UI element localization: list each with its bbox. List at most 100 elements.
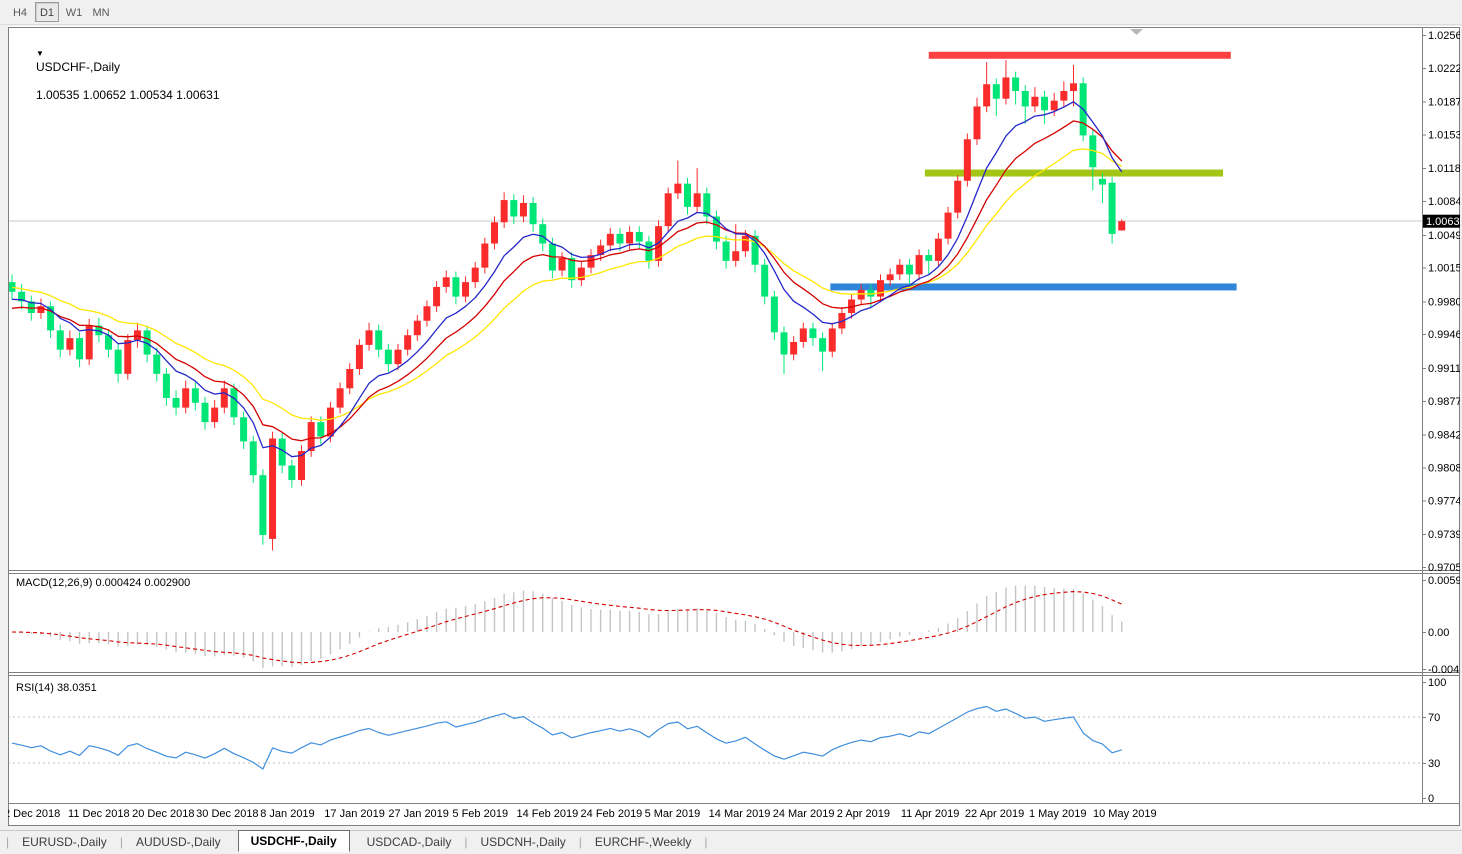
candle-body xyxy=(230,388,238,418)
candle-body xyxy=(365,330,373,345)
candle-body xyxy=(269,438,277,539)
tab-audusd-daily[interactable]: AUDUSD-,Daily xyxy=(123,832,234,852)
tab-usdcad-daily[interactable]: USDCAD-,Daily xyxy=(354,832,465,852)
application-window: H4D1W1MN 1.025601.022201.018701.015301.0… xyxy=(0,0,1462,854)
level-bar-0 xyxy=(928,51,1231,59)
candle-body xyxy=(240,417,248,442)
date-axis[interactable] xyxy=(8,804,1422,826)
candle-body xyxy=(66,338,74,350)
tab-eurchf-weekly[interactable]: EURCHF-,Weekly xyxy=(582,832,704,852)
candle-body xyxy=(963,139,971,181)
rsi-indicator-label: RSI(14) 38.0351 xyxy=(16,682,97,694)
candle-body xyxy=(249,441,257,476)
candle-body xyxy=(162,373,170,398)
candle-body xyxy=(433,286,441,307)
chart-tabbar: | EURUSD-,Daily | AUDUSD-,Daily USDCHF-,Dail… xyxy=(0,830,1462,853)
candle-body xyxy=(915,255,923,275)
price-axis[interactable] xyxy=(1422,26,1460,804)
chart-symbol-period: USDCHF-,Daily xyxy=(36,60,121,74)
candle-body xyxy=(56,330,64,350)
candle-body xyxy=(191,388,199,403)
candle-body xyxy=(491,222,498,244)
candle-body xyxy=(288,465,296,481)
timeframe-button-h4[interactable]: H4 xyxy=(8,2,32,22)
candle-body xyxy=(732,251,740,261)
candle-body xyxy=(983,84,991,107)
candle-body xyxy=(1002,77,1010,99)
candle-body xyxy=(442,277,450,287)
candle-body xyxy=(133,330,141,341)
chart-window: 1.025601.022201.018701.015301.011801.008… xyxy=(8,26,1460,826)
candle-body xyxy=(809,328,817,339)
candle-body xyxy=(1050,100,1058,111)
timeframe-button-mn[interactable]: MN xyxy=(89,2,113,22)
candle-body xyxy=(1098,178,1106,185)
candle-body xyxy=(539,224,547,244)
symbol-dropdown-icon[interactable]: ▼ xyxy=(36,49,44,58)
candle-body xyxy=(355,344,363,369)
candle-body xyxy=(500,200,508,223)
candle-body xyxy=(1041,96,1049,111)
candle-body xyxy=(1021,90,1029,107)
candle-body xyxy=(693,193,701,207)
candle-body xyxy=(452,277,460,297)
candle-body xyxy=(114,349,122,374)
candle-body xyxy=(886,274,894,281)
candle-body xyxy=(1108,182,1116,234)
candle-body xyxy=(896,264,904,275)
candle-body xyxy=(722,241,730,261)
candle-body xyxy=(606,233,614,246)
candle-body xyxy=(877,280,884,297)
candle-body xyxy=(905,264,913,275)
tab-eurusd-daily[interactable]: EURUSD-,Daily xyxy=(9,832,120,852)
candle-body xyxy=(934,238,942,261)
candle-body xyxy=(664,193,672,227)
candle-body xyxy=(529,202,537,225)
candle-body xyxy=(568,257,576,281)
candle-body xyxy=(684,183,691,207)
candle-body xyxy=(481,243,489,268)
candle-body xyxy=(346,368,354,389)
candle-body xyxy=(770,296,778,333)
tab-usdchf-daily[interactable]: USDCHF-,Daily xyxy=(237,830,350,852)
candle-body xyxy=(1060,90,1068,101)
timeframe-button-d1[interactable]: D1 xyxy=(35,2,59,22)
candle-body xyxy=(220,388,228,408)
tab-usdcnh-daily[interactable]: USDCNH-,Daily xyxy=(467,832,578,852)
candle-body xyxy=(317,422,325,437)
candle-body xyxy=(384,349,392,365)
candle-body xyxy=(558,257,566,271)
candle-body xyxy=(153,354,161,374)
candle-body xyxy=(828,328,836,352)
candle-body xyxy=(510,200,518,217)
candle-body xyxy=(471,267,479,283)
candle-body xyxy=(819,338,827,352)
candle-body xyxy=(790,341,798,355)
candle-body xyxy=(973,106,981,140)
candle-body xyxy=(626,231,634,244)
candle-body xyxy=(423,306,431,321)
chart-background xyxy=(8,27,1460,826)
tab-divider: | xyxy=(704,835,708,849)
candle-body xyxy=(259,475,267,536)
candle-body xyxy=(992,84,1000,99)
chart-ohlc-values: 1.00535 1.00652 1.00534 1.00631 xyxy=(36,88,220,102)
candle-body xyxy=(1118,221,1126,231)
candle-body xyxy=(8,282,16,292)
candle-body xyxy=(616,233,624,244)
candle-body xyxy=(375,330,383,350)
candle-body xyxy=(336,388,344,408)
candle-body xyxy=(76,338,84,360)
chart-canvas[interactable]: 1.025601.022201.018701.015301.011801.008… xyxy=(8,26,1460,826)
candle-body xyxy=(519,202,527,217)
timeframe-button-w1[interactable]: W1 xyxy=(62,2,86,22)
candle-body xyxy=(761,264,769,297)
timeframe-toolbar: H4 D1 W1 MN xyxy=(0,0,1462,25)
candle-body xyxy=(741,235,749,252)
candle-body xyxy=(925,255,933,261)
candle-body xyxy=(201,402,209,423)
candle-body xyxy=(944,212,952,239)
candle-body xyxy=(413,320,421,336)
candle-body xyxy=(307,422,315,452)
candle-body xyxy=(780,332,788,355)
